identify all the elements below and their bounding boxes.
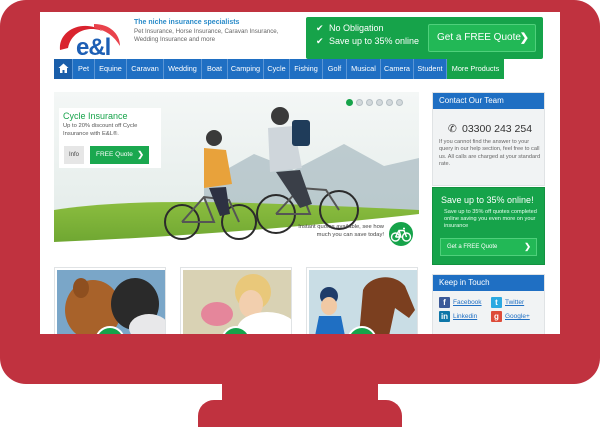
main-nav: Pet Equine Caravan Wedding Boat Camping … — [54, 59, 544, 79]
get-free-quote-button[interactable]: Get a FREE Quote ❯ — [428, 24, 536, 52]
logo[interactable]: e&l — [54, 20, 128, 61]
slider-dot[interactable] — [396, 99, 403, 106]
hero-desc: Up to 20% discount off Cycle Insurance w… — [63, 123, 138, 137]
nav-item-camping[interactable]: Camping — [228, 59, 264, 79]
social-panel: Keep in Touch f Facebook t Twitter in Li… — [432, 274, 545, 334]
contact-text: If you cannot find the answer to your qu… — [439, 139, 541, 167]
nav-item-boat[interactable]: Boat — [202, 59, 228, 79]
linkedin-icon: in — [439, 311, 450, 322]
check-icon: ✔ — [316, 23, 324, 33]
tagline-title: The niche insurance specialists — [134, 19, 240, 26]
slider-dot[interactable] — [376, 99, 383, 106]
nav-item-camera[interactable]: Camera — [381, 59, 414, 79]
home-icon — [58, 63, 68, 73]
product-tile-wedding[interactable] — [180, 267, 292, 334]
save-online-panel: Save up to 35% online! Save up to 35% of… — [432, 187, 545, 265]
bicycle-badge[interactable] — [387, 220, 415, 248]
pets-illustration — [57, 270, 165, 334]
twitter-link[interactable]: Twitter — [505, 299, 524, 306]
linkedin-link[interactable]: Linkedin — [453, 313, 477, 320]
nav-item-cycle[interactable]: Cycle — [264, 59, 290, 79]
promo-feature: ✔ Save up to 35% online — [316, 36, 420, 46]
equine-illustration — [309, 270, 417, 334]
facebook-link[interactable]: Facebook — [453, 299, 482, 306]
free-quote-button[interactable]: FREE Quote ❯ — [90, 146, 149, 164]
nav-home[interactable] — [54, 59, 73, 79]
hero-slider: Cycle Insurance Up to 20% discount off C… — [54, 92, 419, 266]
logo-text: e&l — [76, 34, 111, 61]
promo-banner: ✔ No Obligation ✔ Save up to 35% online Ge… — [306, 17, 543, 59]
equine-image — [309, 270, 417, 334]
wedding-image — [183, 270, 291, 334]
nav-item-golf[interactable]: Golf — [323, 59, 347, 79]
promo-feature: ✔ No Obligation — [316, 23, 384, 33]
instant-quote-text: Instant quotes available, see how much y… — [298, 224, 384, 238]
chevron-right-icon: ❯ — [524, 242, 531, 251]
chevron-right-icon: ❯ — [137, 150, 144, 159]
save-get-free-quote-button[interactable]: Get a FREE Quote ❯ — [440, 238, 537, 256]
monitor-stand-base — [198, 400, 402, 427]
product-tile-equine[interactable] — [306, 267, 418, 334]
twitter-icon: t — [491, 297, 502, 308]
nav-item-fishing[interactable]: Fishing — [290, 59, 323, 79]
info-button[interactable]: Info — [64, 146, 84, 164]
google-plus-icon: g — [491, 311, 502, 322]
hero-card: Cycle Insurance Up to 20% discount off C… — [59, 108, 161, 168]
product-tile-pet[interactable] — [54, 267, 166, 334]
chevron-right-icon: ❯ — [519, 32, 529, 44]
tagline-desc: Pet Insurance, Horse Insurance, Caravan … — [134, 28, 279, 44]
pets-image — [57, 270, 165, 334]
slider-dots — [346, 99, 403, 106]
google-plus-link[interactable]: Google+ — [505, 313, 530, 320]
slider-dot[interactable] — [356, 99, 363, 106]
save-desc: Save up to 35% off quotes completed onli… — [444, 209, 537, 229]
website-screen: e&l The niche insurance specialists Pet … — [40, 12, 560, 334]
hero-title: Cycle Insurance — [63, 111, 128, 121]
slider-dot[interactable] — [366, 99, 373, 106]
slider-dot[interactable] — [386, 99, 393, 106]
nav-item-more-products[interactable]: More Products — [447, 59, 504, 79]
nav-item-musical[interactable]: Musical — [347, 59, 381, 79]
facebook-icon: f — [439, 297, 450, 308]
wedding-illustration — [183, 270, 291, 334]
slider-dot[interactable] — [346, 99, 353, 106]
save-title: Save up to 35% online! — [441, 195, 534, 205]
nav-item-equine[interactable]: Equine — [95, 59, 127, 79]
phone-icon: ✆ — [448, 123, 457, 135]
social-title: Keep in Touch — [433, 275, 544, 291]
nav-item-caravan[interactable]: Caravan — [127, 59, 164, 79]
bicycle-icon — [390, 227, 412, 242]
check-icon: ✔ — [316, 36, 324, 46]
phone-number[interactable]: ✆ 03300 243 254 — [448, 123, 532, 135]
contact-title: Contact Our Team — [433, 93, 544, 109]
contact-panel: Contact Our Team ✆ 03300 243 254 If you c… — [432, 92, 545, 186]
tagline: The niche insurance specialists Pet Insu… — [134, 19, 304, 44]
nav-item-wedding[interactable]: Wedding — [164, 59, 202, 79]
nav-item-student[interactable]: Student — [414, 59, 447, 79]
nav-item-pet[interactable]: Pet — [73, 59, 95, 79]
